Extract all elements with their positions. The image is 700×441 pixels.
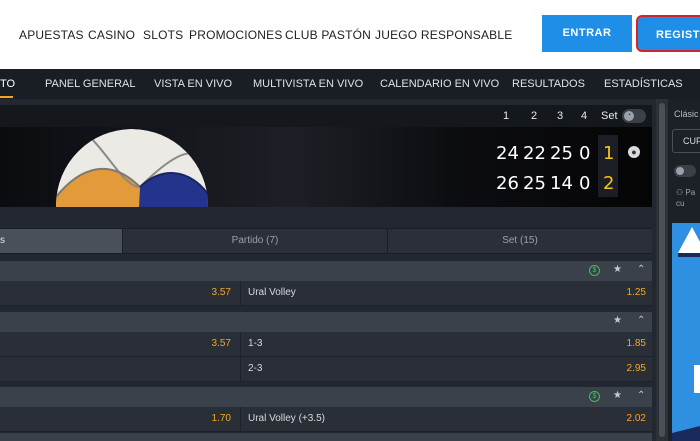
nav-juego-responsable[interactable]: JUEGO RESPONSABLE [375,28,512,42]
column-divider [240,357,241,382]
odd-right[interactable]: 1.25 [596,287,646,298]
nav-casino[interactable]: CASINO [88,28,135,42]
event-main-panel: 1 2 3 4 Set ◔ 24 22 25 0 26 25 14 0 1 2 … [0,99,656,441]
market-header[interactable]: $ ★ ⌃ [0,387,652,407]
team2-set3-score: 14 [550,173,573,194]
market-header[interactable]: ★ ⌃ [0,312,652,332]
clock-icon: ◔ [624,111,634,121]
chevron-up-icon[interactable]: ⌃ [637,264,645,275]
column-divider [240,407,241,432]
tab-vista-en-vivo[interactable]: VISTA EN VIVO [154,78,232,90]
team1-set1-score: 24 [496,143,519,164]
betslip-note: ⚇ Pa cu [676,187,695,209]
nav-club-paston[interactable]: CLUB PASTÓN [285,28,371,42]
event-banner [0,127,652,207]
set-3-header: 3 [557,110,564,122]
tab-partido[interactable]: Partido (7) [123,229,387,253]
betslip-mode-label: Clásic [674,109,699,119]
tab-directo[interactable]: TO [0,78,15,90]
betslip-note-line1: Pa [685,188,696,197]
market-row: 1.70 Ural Volley (+3.5) 2.02 [0,407,652,432]
nav-promociones[interactable]: PROMOCIONES [189,28,283,42]
selection-name[interactable]: 2-3 [248,363,262,374]
betslip-button[interactable]: CUP [672,129,700,153]
odd-left[interactable]: 1.70 [180,413,231,424]
team1-set2-score: 22 [523,143,546,164]
star-icon[interactable]: ★ [613,264,622,275]
team2-set1-score: 26 [496,173,519,194]
star-icon[interactable]: ★ [613,390,622,401]
chevron-up-icon[interactable]: ⌃ [637,390,645,401]
register-button[interactable]: REGISTRO [636,15,700,52]
column-divider [240,281,241,306]
volleyball-image [56,129,208,207]
tab-calendario-en-vivo[interactable]: CALENDARIO EN VIVO [380,78,499,90]
cashout-dollar-icon: $ [589,265,600,276]
promo-graphic [672,227,700,441]
betslip-note-line2: cu [676,199,685,208]
login-button[interactable]: ENTRAR [542,15,632,52]
stats-toggle[interactable]: ◔ [622,109,646,123]
sets-header: Set [601,110,618,122]
promo-banner[interactable] [672,223,700,441]
selection-name[interactable]: 1-3 [248,338,262,349]
market-tabs: s Partido (7) Set (15) [0,228,652,254]
serving-volleyball-icon: ● [628,146,640,158]
set-2-header: 2 [531,110,538,122]
odd-left[interactable]: 3.57 [180,287,231,298]
odd-right[interactable]: 1.85 [596,338,646,349]
betslip-toggle[interactable] [674,165,696,177]
odd-right[interactable]: 2.95 [596,363,646,374]
selection-name[interactable]: Ural Volley (+3.5) [248,413,325,424]
main-scrollbar[interactable] [656,99,668,441]
nav-slots[interactable]: SLOTS [143,28,183,42]
column-divider [240,332,241,357]
set-1-header: 1 [503,110,510,122]
tab-estadisticas[interactable]: ESTADÍSTICAS [604,78,683,90]
odd-right[interactable]: 2.02 [596,413,646,424]
chevron-up-icon[interactable]: ⌃ [637,315,645,326]
user-icon: ⚇ [676,188,684,197]
live-subnavigation: TO PANEL GENERAL VISTA EN VIVO MULTIVIST… [0,69,700,99]
market-row: 3.57 Ural Volley 1.25 [0,281,652,306]
nav-apuestas[interactable]: APUESTAS [19,28,84,42]
scrollbar-thumb[interactable] [659,103,665,437]
tab-panel-general[interactable]: PANEL GENERAL [45,78,135,90]
market-row: 3.57 1-3 1.85 [0,332,652,357]
tab-set[interactable]: Set (15) [388,229,652,253]
cashout-dollar-icon: $ [589,391,600,402]
set-4-header: 4 [581,110,588,122]
betslip-panel: Clásic CUP ⚇ Pa cu [668,99,700,441]
market-row: 2-3 2.95 [0,357,652,382]
top-navigation: APUESTAS CASINO SLOTS PROMOCIONES CLUB P… [0,0,700,69]
team1-set3-score: 25 [550,143,573,164]
team2-set2-score: 25 [523,173,546,194]
market-header-partial [0,433,652,441]
team2-set4-score: 0 [579,173,591,194]
team1-set4-score: 0 [579,143,591,164]
team1-sets-won: 1 [603,143,615,164]
tab-all-markets[interactable]: s [0,229,122,253]
tab-resultados[interactable]: RESULTADOS [512,78,585,90]
scoreboard-header: 1 2 3 4 Set ◔ [0,105,652,127]
star-icon[interactable]: ★ [613,315,622,326]
odd-left[interactable]: 3.57 [180,338,231,349]
market-header[interactable]: $ ★ ⌃ [0,261,652,281]
tab-multivista-en-vivo[interactable]: MULTIVISTA EN VIVO [253,78,363,90]
team2-sets-won: 2 [603,173,615,194]
active-tab-indicator [0,96,13,98]
selection-name[interactable]: Ural Volley [248,287,296,298]
